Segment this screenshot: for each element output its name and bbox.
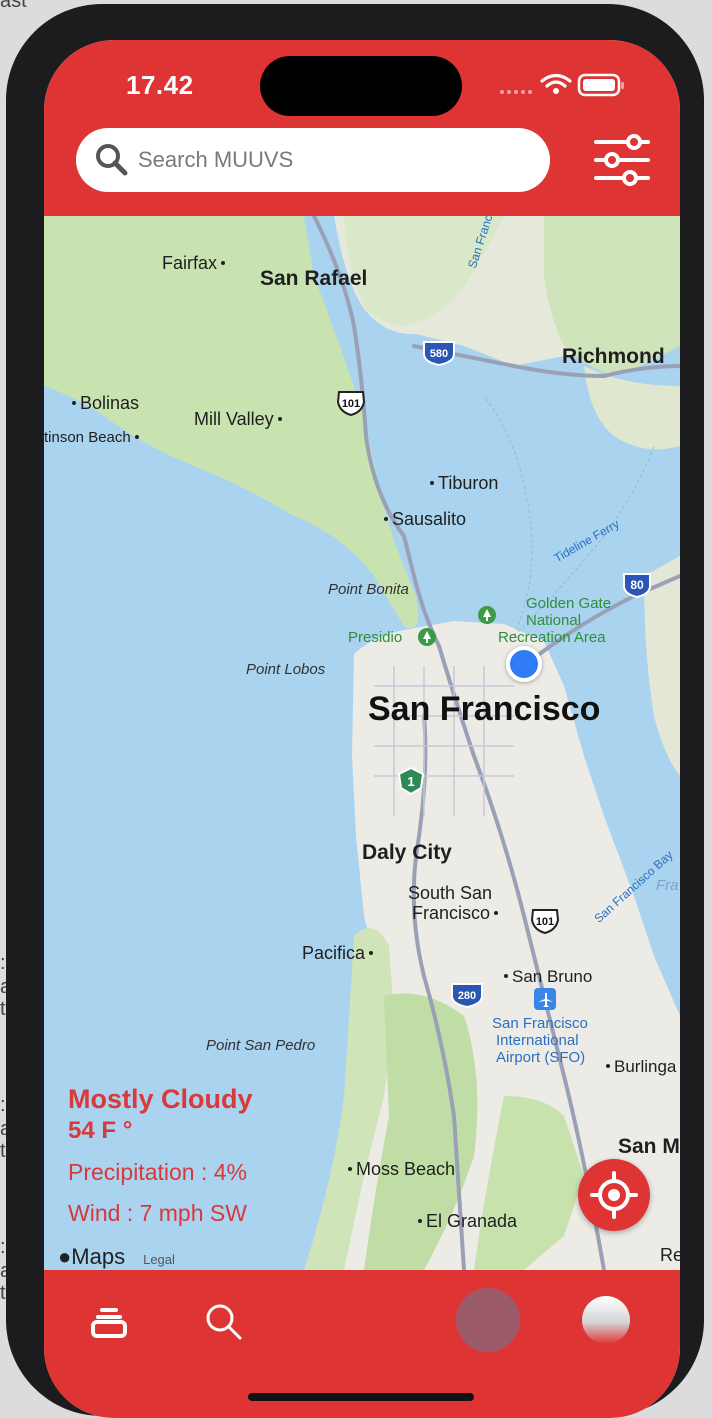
map-label-recreation-area: Recreation Area [498,629,606,646]
search-placeholder: Search MUUVS [138,147,294,172]
moon-icon[interactable] [580,1294,632,1346]
map-label-san-mateo: San M [618,1135,680,1158]
map-label-mill-valley: Mill Valley [194,410,282,428]
svg-text:101: 101 [342,398,360,410]
map-view[interactable]: Fairfax San Rafael Richmond Bolinas Mill… [44,216,680,1270]
map-label-point-san-pedro: Point San Pedro [206,1037,316,1054]
weather-condition: Mostly Cloudy [68,1084,253,1114]
locate-me-button[interactable] [578,1159,650,1231]
map-label-san-bruno: San Bruno [504,968,592,985]
svg-text:80: 80 [630,578,644,592]
status-time: 17.42 [126,70,194,100]
map-label-point-lobos: Point Lobos [246,661,326,678]
svg-text:101: 101 [536,916,554,928]
map-label-francisco: Francisco [412,904,498,922]
airport-icon [534,988,556,1010]
wifi-icon [540,73,572,88]
phone-frame: 17.42 Search MUUVS Fairfax San Rafael Ri… [6,4,704,1418]
us-101-shield-south: 101 [530,909,560,934]
map-label-golden-gate: Golden Gate [526,595,612,612]
stack-icon[interactable] [88,1302,130,1344]
map-label-san-rafael: San Rafael [260,267,368,290]
map-label-point-bonita: Point Bonita [328,581,409,598]
map-label-pacifica: Pacifica [302,944,373,962]
interstate-580-shield: 580 [423,341,455,366]
status-icons [500,73,624,97]
dynamic-island [260,56,462,116]
svg-text:280: 280 [458,990,476,1002]
current-location-dot [506,646,542,682]
interstate-80-shield: 80 [623,573,651,598]
weather-temperature: 54 F ° [68,1117,133,1144]
background-text: ast [0,0,27,12]
map-label-redwood: Re [660,1245,680,1265]
map-label-tiburon: Tiburon [430,474,498,492]
svg-text:580: 580 [430,348,448,360]
background-text: t [0,1282,6,1304]
record-button[interactable] [454,1286,522,1354]
map-label-burlingame: Burlinga [606,1058,676,1075]
maps-logo-text: Maps [71,1244,126,1269]
crosshair-icon [590,1171,638,1219]
home-indicator[interactable] [248,1393,474,1401]
search-bar[interactable]: Search MUUVS [76,128,550,192]
map-label-presidio: Presidio [348,629,403,646]
map-label-fairfax: Fairfax [162,254,225,272]
svg-text:1: 1 [407,774,414,789]
us-101-shield-north: 101 [336,391,366,416]
weather-panel: Mostly Cloudy 54 F ° Precipitation : 4% … [68,1084,253,1227]
tree-icon [418,628,436,646]
background-text: : [0,1094,6,1116]
map-label-south-san: South San [408,883,493,903]
weather-precipitation: Precipitation : 4% [68,1159,247,1185]
map-label-sfo-line3: Airport (SFO) [496,1049,586,1066]
map-label-sausalito: Sausalito [384,510,466,528]
map-label-richmond: Richmond [562,345,665,368]
map-label-el-granada: El Granada [418,1212,517,1230]
app-screen: 17.42 Search MUUVS Fairfax San Rafael Ri… [44,40,680,1418]
map-label-moss-beach: Moss Beach [348,1160,455,1178]
map-label-daly-city: Daly City [362,841,452,864]
cellular-signal-icon [500,90,532,94]
interstate-280-shield: 280 [451,983,483,1008]
map-label-stinson-beach: tinson Beach [44,430,139,445]
filter-sliders-icon[interactable] [590,130,654,190]
map-label-fra: Fra [656,877,679,894]
legal-link[interactable]: Legal [143,1252,175,1267]
background-text: : [0,1236,6,1258]
battery-icon [577,73,624,97]
search-icon [96,144,128,176]
map-label-sfo-line1: San Francisco [492,1015,588,1032]
background-text: t [0,998,6,1020]
map-label-national: National [526,612,582,629]
map-label-san-francisco: San Francisco [368,690,601,728]
weather-wind: Wind : 7 mph SW [68,1200,247,1226]
ca-1-shield: 1 [397,766,425,796]
apple-icon: ● [58,1244,72,1269]
map-label-bolinas: Bolinas [72,394,139,412]
app-header: 17.42 Search MUUVS [44,40,680,216]
map-label-sfo-line2: International [496,1032,579,1049]
search-icon[interactable] [202,1300,246,1344]
maps-attribution: ●Maps Legal [58,1244,175,1270]
background-text: : [0,952,6,974]
background-text: t [0,1140,6,1162]
tree-icon [478,606,496,624]
